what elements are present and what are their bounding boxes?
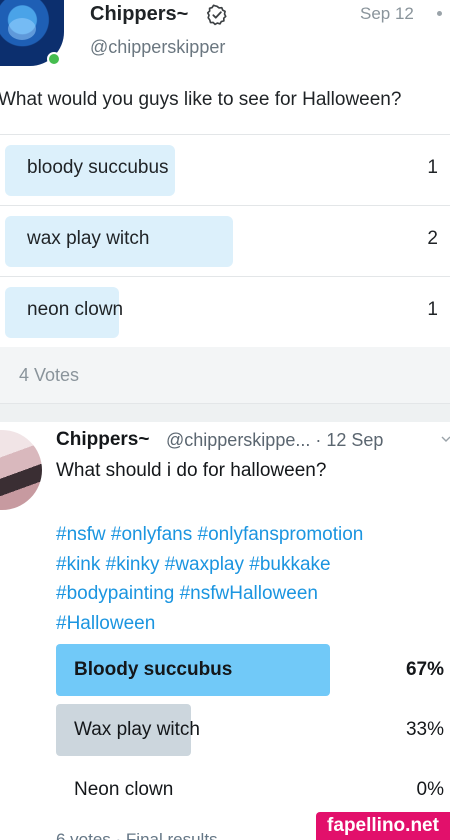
poll-option: Bloody succubus 67%: [56, 644, 448, 704]
site-watermark: fapellino.net: [316, 812, 450, 840]
poll-option-votes: 1: [427, 299, 438, 320]
tweet-card: Chippers~ @chipperskippe... · 12 Sep Wha…: [0, 422, 450, 840]
hashtag-line[interactable]: #Halloween: [56, 609, 446, 639]
poll-option-percent: 67%: [405, 659, 444, 680]
chevron-down-icon[interactable]: [441, 434, 450, 444]
poll-option-label: Wax play witch: [74, 719, 200, 740]
poll-results: Bloody succubus 67% Wax play witch 33% N…: [56, 644, 448, 824]
poll-option[interactable]: bloody succubus 1: [0, 135, 450, 206]
poll-option-percent: 0%: [416, 779, 444, 800]
poll-option-label: Neon clown: [74, 779, 174, 800]
total-votes: 4 Votes: [19, 365, 80, 385]
tweet-text: What should i do for halloween?: [56, 460, 327, 481]
poll-option-label: wax play witch: [27, 228, 150, 249]
poll-summary: 6 votes · Final results: [56, 830, 218, 840]
poll-option-label: Bloody succubus: [74, 659, 233, 680]
avatar[interactable]: [0, 430, 42, 510]
online-status-indicator: [47, 52, 61, 66]
display-name[interactable]: Chippers~: [56, 429, 149, 451]
post-text: What would you guys like to see for Hall…: [0, 89, 402, 110]
handle-and-date[interactable]: @chipperskippe... · 12 Sep: [166, 430, 383, 451]
poll-option-votes: 2: [427, 228, 438, 249]
poll-footer: 4 Votes: [0, 347, 450, 404]
poll-option: Wax play witch 33%: [56, 704, 448, 764]
poll-option-label: neon clown: [27, 299, 124, 320]
post-date: Sep 12: [360, 4, 414, 23]
poll-option[interactable]: neon clown 1: [0, 277, 450, 348]
section-divider: [0, 404, 450, 422]
username-handle[interactable]: @chipperskipper: [90, 37, 225, 58]
hashtag-block: #nsfw #onlyfans #onlyfanspromotion #kink…: [56, 520, 446, 638]
display-name[interactable]: Chippers~: [90, 3, 188, 26]
poll-results: bloody succubus 1 wax play witch 2 neon …: [0, 134, 450, 348]
poll-option[interactable]: wax play witch 2: [0, 206, 450, 277]
poll-option-label: bloody succubus: [27, 157, 169, 178]
poll-option-votes: 1: [427, 157, 438, 178]
hashtag-line[interactable]: #bodypainting #nsfwHalloween: [56, 579, 446, 609]
hashtag-line[interactable]: #nsfw #onlyfans #onlyfanspromotion: [56, 520, 446, 550]
poll-post-card: Chippers~ @chipperskipper Sep 12 What wo…: [0, 0, 450, 404]
poll-option-percent: 33%: [405, 719, 444, 740]
verified-badge-icon: [206, 4, 227, 26]
hashtag-line[interactable]: #kink #kinky #waxplay #bukkake: [56, 550, 446, 580]
more-options-icon[interactable]: [437, 11, 442, 16]
